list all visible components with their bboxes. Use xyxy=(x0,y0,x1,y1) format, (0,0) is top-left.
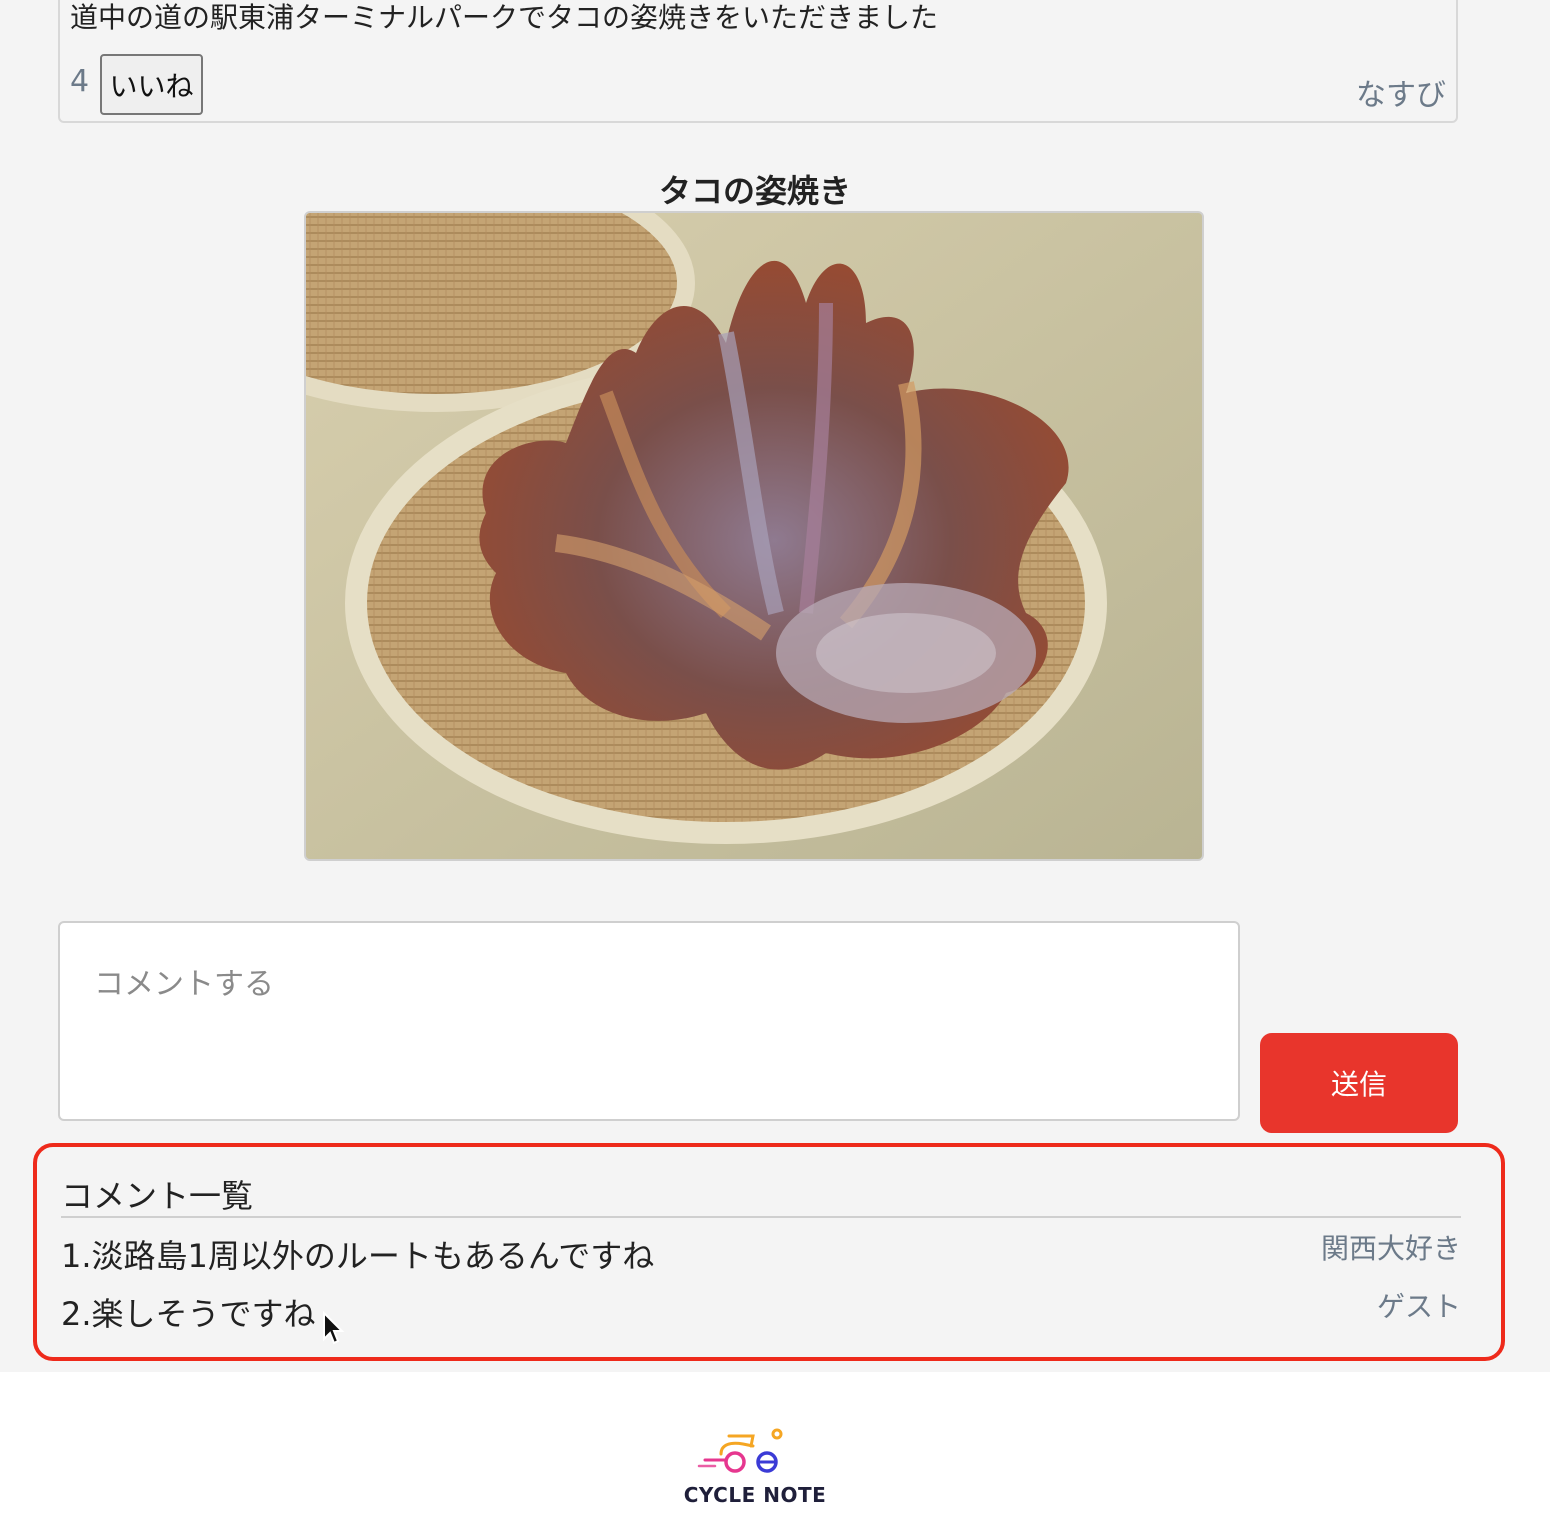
post-card: 道中の道の駅東浦ターミナルパークでタコの姿焼きをいただきました 4 いいね なす… xyxy=(58,0,1458,123)
post-text: 道中の道の駅東浦ターミナルパークでタコの姿焼きをいただきました xyxy=(70,1,939,34)
photo-title: タコの姿焼き xyxy=(658,172,851,210)
comment-author[interactable]: ゲスト xyxy=(1377,1285,1461,1325)
post-photo xyxy=(304,211,1204,861)
send-button[interactable]: 送信 xyxy=(1260,1033,1458,1133)
comment-list: コメント一覧 1.淡路島1周以外のルートもあるんですね 関西大好き 2.楽しそう… xyxy=(33,1143,1505,1361)
like-button[interactable]: いいね xyxy=(100,54,203,115)
like-count: 4 xyxy=(70,64,90,99)
logo-text: CYCLE NOTE xyxy=(683,1483,827,1507)
comment-author[interactable]: 関西大好き xyxy=(1321,1227,1461,1267)
comment-item: 1.淡路島1周以外のルートもあるんですね 関西大好き xyxy=(61,1231,1461,1275)
grilled-octopus-photo-image xyxy=(306,213,1202,859)
cycle-note-logo-icon[interactable] xyxy=(695,1424,791,1480)
mouse-cursor-icon xyxy=(323,1311,345,1345)
footer: CYCLE NOTE xyxy=(0,1372,1550,1538)
comment-text: 2.楽しそうですね xyxy=(61,1295,316,1333)
comment-list-heading: コメント一覧 xyxy=(61,1177,254,1215)
post-author[interactable]: なすび xyxy=(1356,70,1446,114)
comment-item: 2.楽しそうですね ゲスト xyxy=(61,1289,1461,1333)
divider xyxy=(61,1216,1461,1218)
comment-input[interactable] xyxy=(58,921,1240,1121)
comment-text: 1.淡路島1周以外のルートもあるんですね xyxy=(61,1237,655,1275)
